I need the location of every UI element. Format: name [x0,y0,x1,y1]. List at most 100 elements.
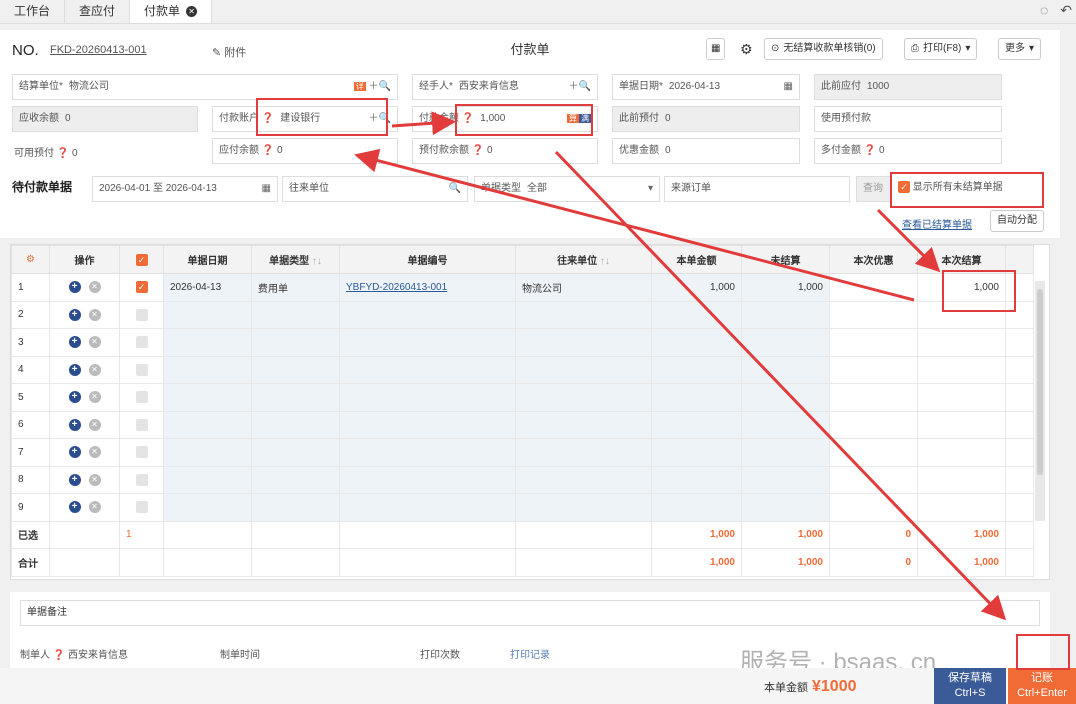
calculator-button[interactable]: ▦ [706,38,726,60]
row-checkbox[interactable] [135,391,148,404]
scrollbar-thumb[interactable] [1037,289,1043,475]
row-settle [917,410,1006,439]
row-code[interactable]: YBFYD-20260413-001 [346,282,447,293]
back-icon[interactable]: ↶ [1060,2,1072,19]
source-order-field[interactable]: 来源订单 [664,176,850,202]
unsettled-writeoff-button[interactable]: ⊙ 无结算收款单核销(0) [764,38,883,60]
print-record-link[interactable]: 打印记录 [510,646,550,661]
row-checkbox[interactable] [135,501,148,514]
delete-row-icon[interactable]: ✕ [88,363,101,376]
query-button[interactable]: 查询 [856,176,892,202]
attach-link[interactable]: ✎ 附件 [212,44,246,60]
handler-field[interactable]: 经手人* 西安来肯信息 ＋🔍 [412,74,598,100]
more-button[interactable]: 更多 ▾ [998,38,1042,60]
use-prepay-field[interactable]: 使用预付款 [814,106,1002,132]
prev-payable-label: 此前应付 [821,81,861,92]
pay-amount-label: 付款金额 [419,113,459,124]
calendar-icon[interactable]: ▦ [262,177,271,201]
delete-row-icon[interactable]: ✕ [88,281,101,294]
row-checkbox[interactable] [135,363,148,376]
doc-type-select[interactable]: 单据类型 全部 ▾ [474,176,660,202]
row-checkbox[interactable] [135,308,148,321]
post-button[interactable]: 记账 Ctrl+Enter [1008,668,1076,704]
table-scrollbar[interactable] [1035,281,1045,521]
delete-row-icon[interactable]: ✕ [88,473,101,486]
discount-field[interactable]: 优惠金额 0 [612,138,800,164]
table-row[interactable]: 3 + ✕ [11,328,1034,357]
table-row[interactable]: 9 + ✕ [11,493,1034,522]
settle-unit-field[interactable]: 结算单位* 物流公司 详 ＋🔍 [12,74,398,100]
add-row-icon[interactable]: + [68,418,81,431]
delete-row-icon[interactable]: ✕ [88,391,101,404]
delete-row-icon[interactable]: ✕ [88,446,101,459]
add-row-icon[interactable]: + [68,308,81,321]
row-settle [917,383,1006,412]
row-checkbox[interactable] [135,446,148,459]
doc-note-field[interactable]: 单据备注 [20,600,1040,626]
save-draft-button[interactable]: 保存草稿 Ctrl+S [934,668,1006,704]
total-discount: 0 [829,548,918,577]
doc-no-value[interactable]: FKD-20260413-001 [50,44,147,56]
delete-row-icon[interactable]: ✕ [88,501,101,514]
add-row-icon[interactable]: + [68,336,81,349]
settings-col[interactable]: ⚙ [11,245,50,274]
payable-bal-value: 0 [277,145,283,156]
row-discount [829,410,918,439]
search-icon[interactable]: 🔍 [449,177,461,201]
partner-filter-field[interactable]: 往来单位 🔍 [282,176,468,202]
table-row[interactable]: 1 + ✕ ✓ 2026-04-13 费用单 YBFYD-20260413-001 物流公司 1… [11,273,1034,302]
doc-date-field[interactable]: 单据日期* 2026-04-13 ▦ [612,74,800,100]
row-checkbox[interactable] [135,418,148,431]
row-partner [515,465,652,494]
table-row[interactable]: 7 + ✕ [11,438,1034,467]
help-icon: ❓ [863,145,877,156]
th-type[interactable]: 单据类型 ↑↓ [251,245,340,274]
chevron-down-icon: ▾ [1029,43,1035,54]
row-checkbox[interactable]: ✓ [135,281,148,294]
table-row[interactable]: 5 + ✕ [11,383,1034,412]
tab-payables[interactable]: 查应付 [65,0,131,23]
row-checkbox[interactable] [135,336,148,349]
overpay-label: 多付金额 [821,145,861,156]
row-date [163,438,252,467]
search-icon[interactable]: 详 ＋🔍 [353,75,391,99]
tab-workbench[interactable]: 工作台 [0,0,66,23]
row-partner [515,328,652,357]
row-discount [829,300,918,329]
auto-allocate-button[interactable]: 自动分配 [990,210,1044,232]
partner-placeholder: 往来单位 [289,183,329,194]
doc-total: 本单金额 ¥1000 [764,678,857,696]
prev-prepay-label: 此前预付 [619,113,659,124]
table-row[interactable]: 6 + ✕ [11,410,1034,439]
add-row-icon[interactable]: + [68,391,81,404]
table-row[interactable]: 8 + ✕ [11,465,1034,494]
settings-button[interactable]: ⚙ [736,38,757,60]
date-range-field[interactable]: 2026-04-01 至 2026-04-13 ▦ [92,176,278,202]
delete-row-icon[interactable]: ✕ [88,308,101,321]
tab-payment[interactable]: 付款单 ✕ [130,0,213,23]
th-check[interactable]: ✓ [119,245,164,274]
calendar-icon[interactable]: ▦ [784,75,793,99]
add-row-icon[interactable]: + [68,473,81,486]
check-icon[interactable]: ✓ [135,253,148,266]
add-row-icon[interactable]: + [68,363,81,376]
receivable-bal-label: 应收余额 [19,113,59,124]
delete-row-icon[interactable]: ✕ [88,336,101,349]
table-row[interactable]: 4 + ✕ [11,355,1034,384]
add-row-icon[interactable]: + [68,281,81,294]
row-partner [515,355,652,384]
delete-row-icon[interactable]: ✕ [88,418,101,431]
close-icon[interactable]: ✕ [186,6,198,18]
table-row[interactable]: 2 + ✕ [11,300,1034,329]
window-icons: ◌ ↶ [1040,2,1072,19]
add-row-icon[interactable]: + [68,501,81,514]
search-icon[interactable]: ＋🔍 [569,75,591,99]
th-partner[interactable]: 往来单位 ↑↓ [515,245,652,274]
row-partner [515,493,652,522]
refresh-icon[interactable]: ◌ [1040,2,1048,19]
doc-date-value: 2026-04-13 [668,81,721,92]
view-settled-link[interactable]: 查看已结算单据 [902,216,972,231]
add-row-icon[interactable]: + [68,446,81,459]
print-button[interactable]: ⎙ 打印(F8) ▾ [904,38,978,60]
row-checkbox[interactable] [135,473,148,486]
